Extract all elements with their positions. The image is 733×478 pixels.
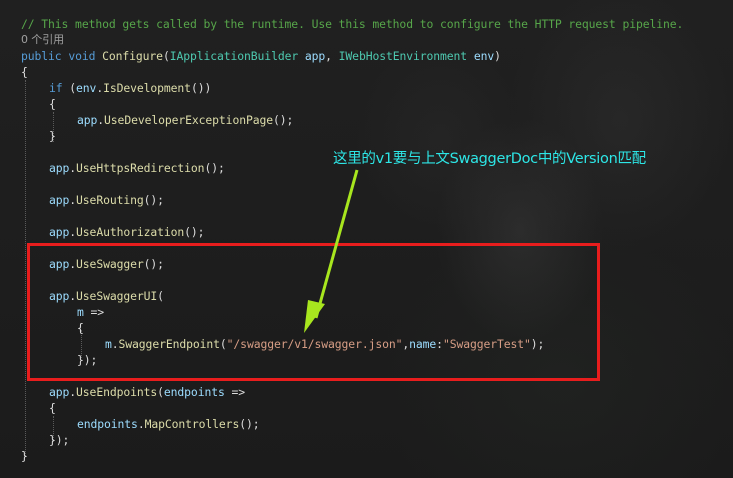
annotation-arrow: [304, 169, 359, 333]
arrow-head-icon: [304, 300, 325, 333]
annotation-text: 这里的v1要与上文SwaggerDoc中的Version匹配: [333, 151, 646, 167]
